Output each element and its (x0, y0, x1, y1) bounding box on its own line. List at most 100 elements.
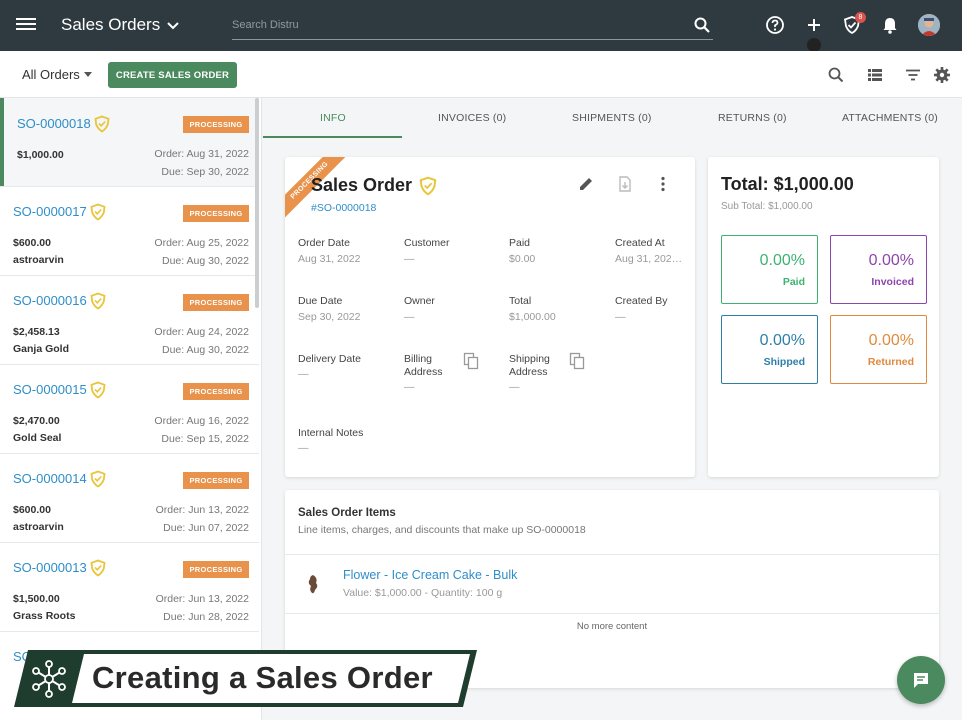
order-list-item[interactable]: SO-0000016 PROCESSING $2,458.13 Ganja Go… (0, 276, 259, 365)
status-badge: PROCESSING (183, 294, 249, 311)
avatar[interactable] (918, 14, 940, 36)
plus-icon[interactable] (804, 15, 824, 35)
line-item-row[interactable]: Flower - Ice Cream Cake - Bulk Value: $1… (285, 555, 939, 613)
paid-stat-label: Paid (782, 276, 805, 288)
pencil-icon[interactable] (577, 175, 595, 193)
search-bar (232, 14, 713, 40)
copy-icon[interactable] (569, 352, 585, 370)
chat-button[interactable] (897, 656, 945, 704)
shipped-percent: 0.00% (759, 332, 805, 349)
customer-label: Customer (404, 237, 450, 249)
order-date: Order: Jun 13, 2022 (155, 593, 249, 605)
divider (285, 613, 939, 614)
order-date: Order: Aug 24, 2022 (154, 326, 249, 338)
caret-down-icon[interactable] (84, 72, 92, 77)
due-date: Due: Jun 07, 2022 (163, 522, 249, 534)
sales-order-number[interactable]: #SO-0000018 (311, 202, 376, 214)
sub-toolbar: All Orders CREATE SALES ORDER (0, 51, 962, 98)
shield-icon (419, 176, 437, 196)
hamburger-menu-icon[interactable] (16, 15, 36, 35)
tab-shipments[interactable]: SHIPMENTS (0) (572, 112, 652, 124)
detail-tabs: INFO INVOICES (0) SHIPMENTS (0) RETURNS … (262, 98, 962, 138)
created-by-value: — (615, 311, 626, 323)
billing-address-value: — (404, 381, 415, 393)
chevron-down-icon[interactable] (165, 17, 181, 33)
download-file-icon[interactable] (616, 175, 634, 193)
due-date: Due: Sep 15, 2022 (161, 433, 249, 445)
list-scrollbar[interactable] (255, 98, 259, 308)
shield-icon (90, 470, 106, 488)
created-by-label: Created By (615, 295, 668, 307)
create-sales-order-button[interactable]: CREATE SALES ORDER (108, 62, 237, 88)
order-list-item[interactable]: SO-0000014 PROCESSING $600.00 astroarvin… (0, 454, 259, 543)
list-view-icon[interactable] (866, 66, 884, 84)
search-icon[interactable] (693, 16, 711, 34)
shield-icon (90, 292, 106, 310)
shipping-address-value: — (509, 381, 520, 393)
line-item-name[interactable]: Flower - Ice Cream Cake - Bulk (343, 568, 517, 582)
order-list-item[interactable]: SO-0000015 PROCESSING $2,470.00 Gold Sea… (0, 365, 259, 454)
order-amount: $600.00 (13, 237, 51, 249)
status-badge: PROCESSING (183, 116, 249, 133)
more-vertical-icon[interactable] (654, 175, 672, 193)
sales-order-card: PROCESSING Sales Order #SO-0000018 Order… (285, 157, 695, 477)
chat-bubble-icon (914, 673, 928, 688)
total-amount: Total: $1,000.00 (721, 174, 854, 194)
returned-percent: 0.00% (868, 332, 914, 349)
all-orders-filter[interactable]: All Orders (22, 67, 80, 82)
tab-info[interactable]: INFO (320, 112, 346, 124)
order-customer: Ganja Gold (13, 343, 70, 355)
delivery-date-value: — (298, 368, 309, 380)
shipped-stat: 0.00% Shipped (721, 315, 818, 384)
status-badge: PROCESSING (183, 561, 249, 578)
invoiced-stat: 0.00% Invoiced (830, 235, 927, 304)
order-id: SO-0000017 (13, 204, 87, 219)
order-date-label: Order Date (298, 237, 350, 249)
order-list-item[interactable]: SO-0000017 PROCESSING $600.00 astroarvin… (0, 187, 259, 276)
invoiced-stat-label: Invoiced (871, 276, 914, 288)
shield-icon (94, 115, 110, 133)
bell-icon[interactable] (880, 15, 900, 35)
due-date: Due: Sep 30, 2022 (161, 166, 249, 178)
copy-icon[interactable] (463, 352, 479, 370)
paid-label: Paid (509, 237, 531, 249)
total-label: Total (509, 295, 532, 307)
filter-icon[interactable] (904, 66, 922, 84)
order-amount: $2,458.13 (13, 326, 60, 338)
title-banner: Creating a Sales Order (14, 650, 477, 707)
product-thumbnail-icon (308, 575, 318, 594)
tab-returns[interactable]: RETURNS (0) (718, 112, 787, 124)
order-amount: $2,470.00 (13, 415, 60, 427)
order-id: SO-0000015 (13, 382, 87, 397)
tab-attachments[interactable]: ATTACHMENTS (0) (842, 112, 938, 124)
help-icon[interactable] (765, 15, 785, 35)
order-list-item[interactable]: SO-0000013 PROCESSING $1,500.00 Grass Ro… (0, 543, 259, 632)
paid-percent: 0.00% (759, 252, 805, 269)
banner-title: Creating a Sales Order (92, 660, 433, 695)
shield-icon (90, 559, 106, 577)
delivery-date-label: Delivery Date (298, 353, 362, 365)
search-input[interactable] (232, 14, 672, 36)
gear-icon[interactable] (933, 66, 951, 84)
tab-invoices[interactable]: INVOICES (0) (438, 112, 506, 124)
order-customer: Gold Seal (13, 432, 62, 444)
order-id: SO-0000013 (13, 560, 87, 575)
order-date: Order: Aug 25, 2022 (154, 237, 249, 249)
internal-notes-value: — (298, 442, 309, 454)
search-icon[interactable] (827, 66, 845, 84)
order-customer: Grass Roots (13, 610, 76, 622)
line-item-meta: Value: $1,000.00 - Quantity: 100 g (343, 587, 503, 599)
order-date: Order: Aug 31, 2022 (154, 148, 249, 160)
due-date: Due: Jun 28, 2022 (163, 611, 249, 623)
totals-card: Total: $1,000.00 Sub Total: $1,000.00 0.… (708, 157, 939, 477)
status-badge: PROCESSING (183, 205, 249, 222)
owner-label: Owner (404, 295, 435, 307)
order-list-item[interactable]: SO-0000018 PROCESSING $1,000.00 Order: A… (0, 98, 259, 187)
order-id: SO-0000016 (13, 293, 87, 308)
invoiced-percent: 0.00% (868, 252, 914, 269)
order-list: SO-0000018 PROCESSING $1,000.00 Order: A… (0, 98, 262, 720)
total-value: $1,000.00 (509, 311, 556, 323)
items-title: Sales Order Items (298, 507, 396, 519)
returned-stat-label: Returned (867, 356, 914, 368)
cursor-indicator (807, 38, 821, 52)
